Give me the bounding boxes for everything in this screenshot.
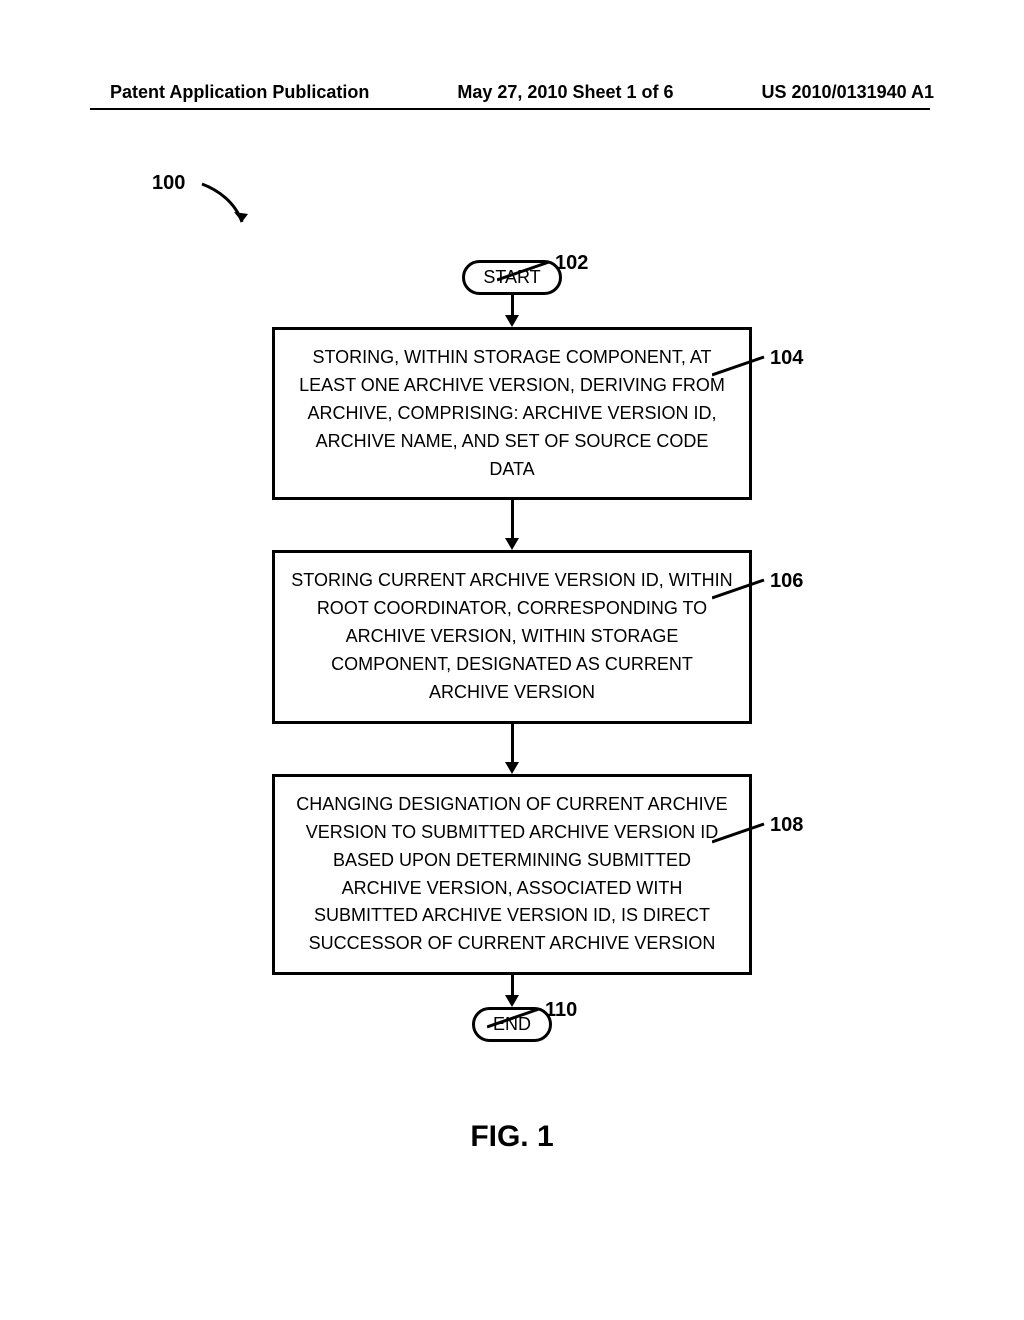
ref-102: 102 [555,252,588,275]
header-center: May 27, 2010 Sheet 1 of 6 [457,82,673,103]
step-2-box: STORING CURRENT ARCHIVE VERSION ID, WITH… [272,550,752,723]
flowchart: START 102 STORING, WITHIN STORAGE COMPON… [0,260,1024,1042]
header-left: Patent Application Publication [110,82,369,103]
ref-108: 108 [770,814,803,837]
page: Patent Application Publication May 27, 2… [0,0,1024,1320]
step-1-box: STORING, WITHIN STORAGE COMPONENT, AT LE… [272,327,752,500]
page-header: Patent Application Publication May 27, 2… [0,82,1024,103]
ref-104: 104 [770,347,803,370]
ref-106: 106 [770,570,803,593]
header-rule [90,108,930,110]
flow-reference-number: 100 [152,172,185,195]
figure-label: FIG. 1 [0,1120,1024,1154]
ref-110: 110 [545,999,577,1022]
flow-reference-arrow [200,182,260,242]
header-right: US 2010/0131940 A1 [762,82,934,103]
step-3-box: CHANGING DESIGNATION OF CURRENT ARCHIVE … [272,774,752,975]
